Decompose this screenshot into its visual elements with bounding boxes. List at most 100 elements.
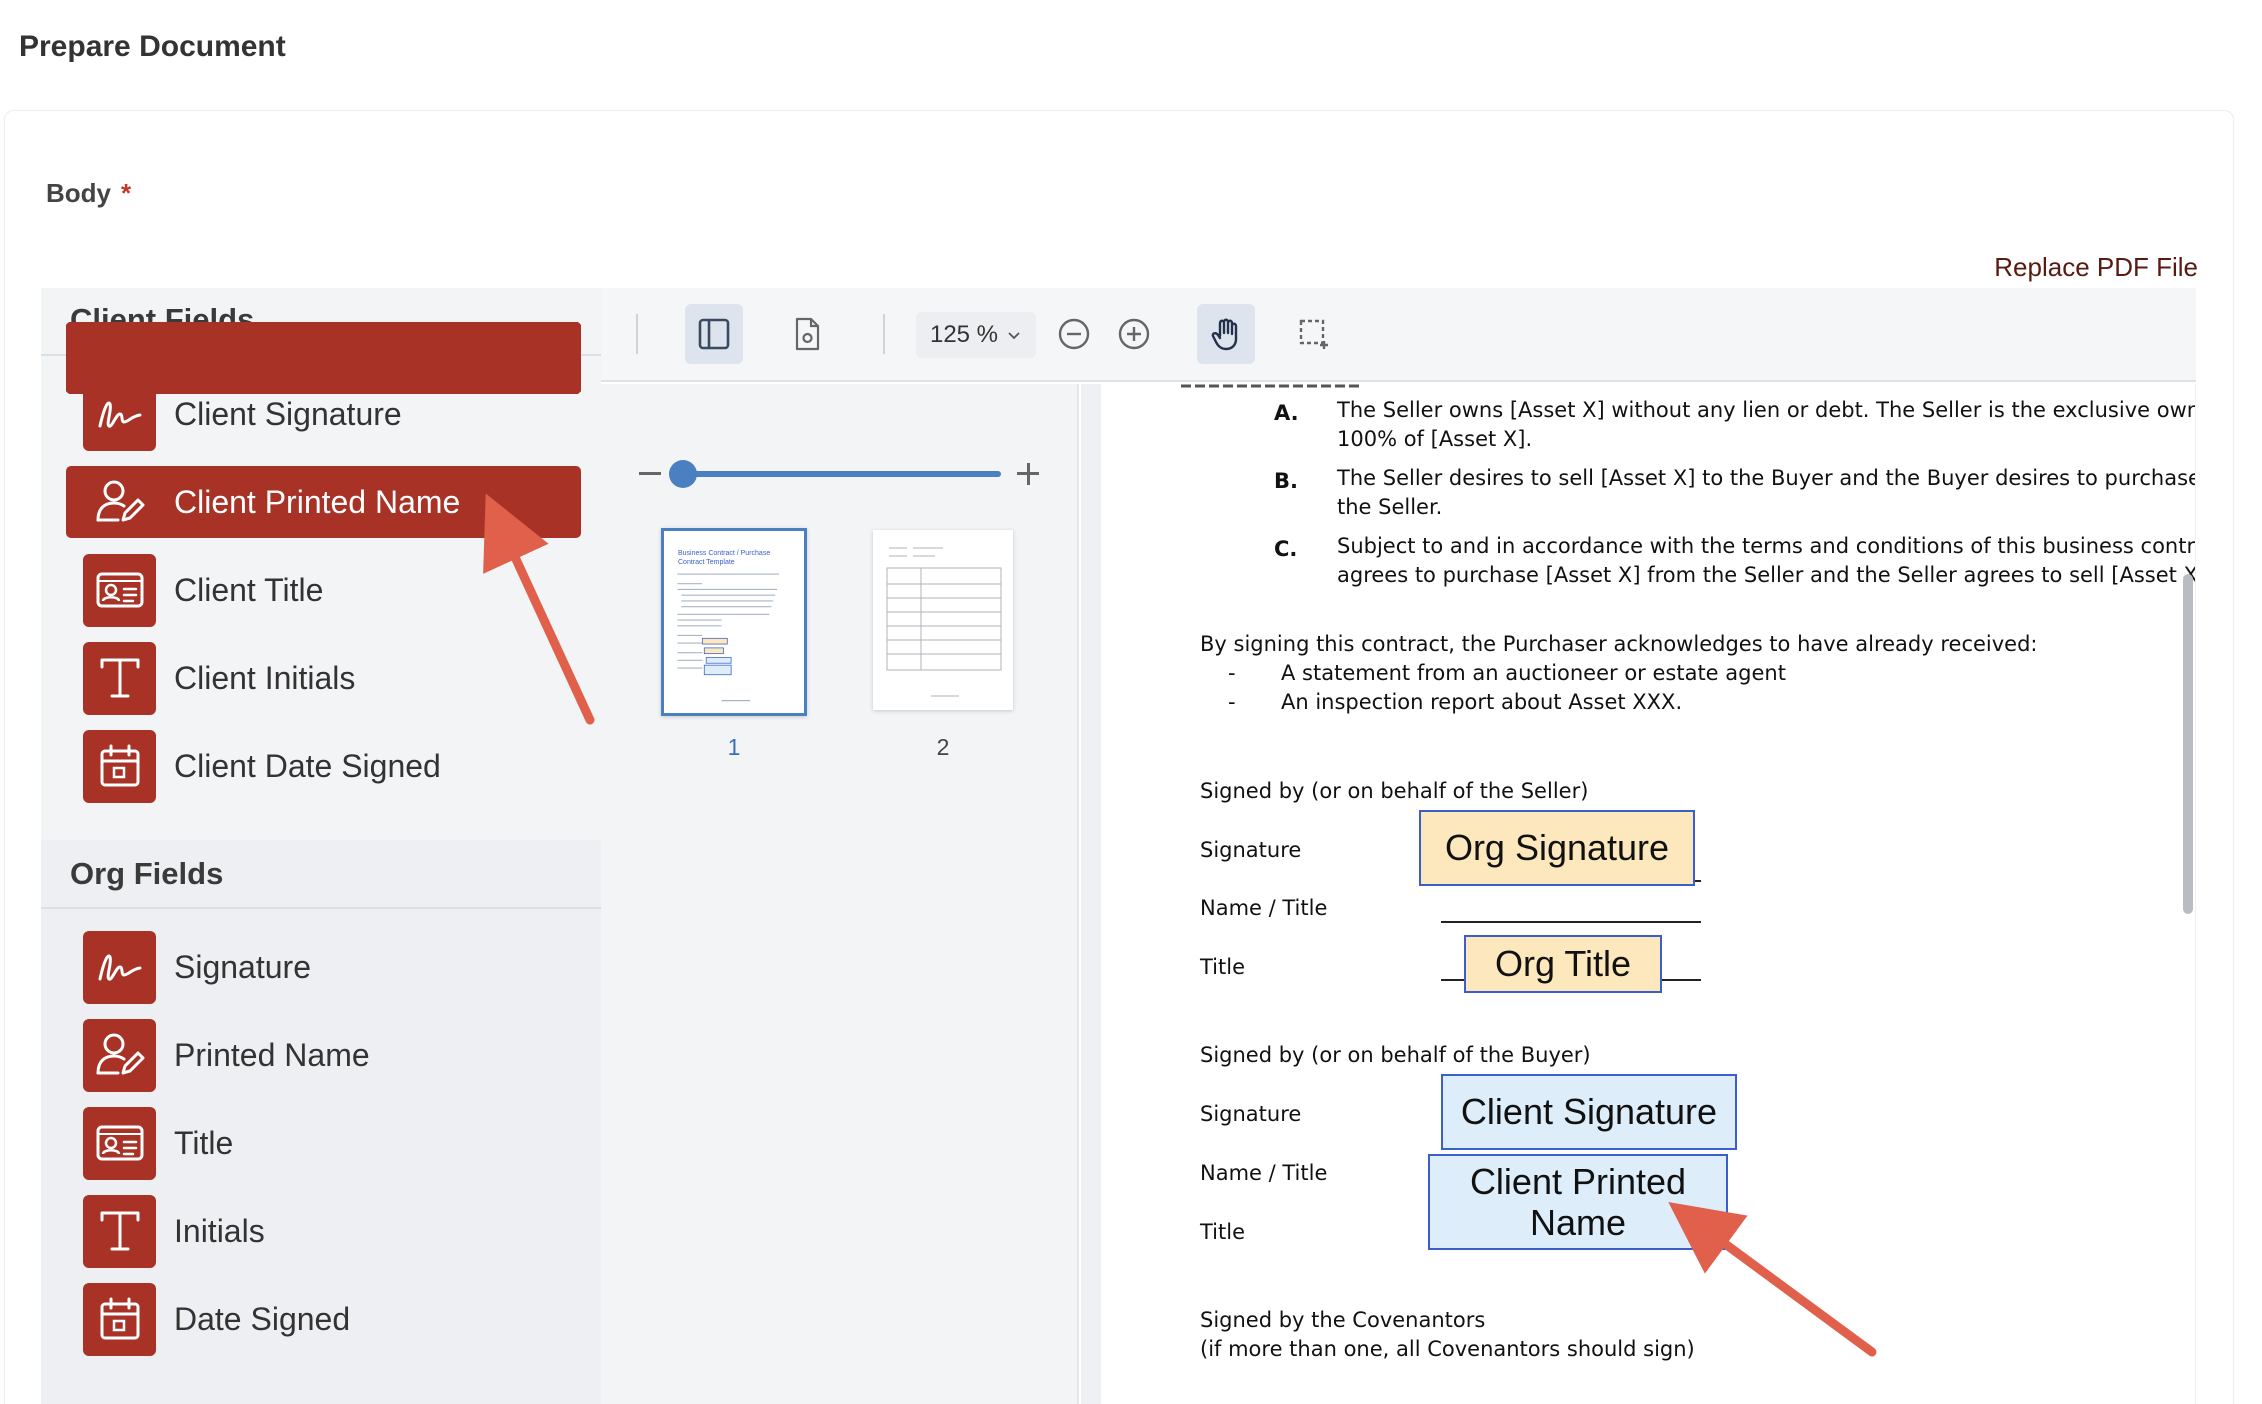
zoom-out-icon <box>1058 318 1090 350</box>
covenantors-heading: Signed by the Covenantors <box>1200 1308 1486 1332</box>
org-fields-divider <box>41 907 601 909</box>
marquee-select-icon <box>1299 319 1328 349</box>
acknowledgement-text: By signing this contract, the Purchaser … <box>1200 632 2038 656</box>
placed-client-printed-name-field[interactable]: Client Printed Name <box>1428 1154 1728 1250</box>
pan-tool-button[interactable] <box>1197 304 1255 364</box>
thumbnail-panel: Business Contract / Purchase Contract Te… <box>601 384 1079 1404</box>
page-thumbnail-2[interactable] <box>873 530 1013 710</box>
seller-signed-heading: Signed by (or on behalf of the Seller) <box>1200 779 1589 803</box>
app-root: Prepare Document Body * Replace PDF File … <box>0 0 2262 1404</box>
placed-client-signature-field[interactable]: Client Signature <box>1441 1074 1737 1150</box>
user-pen-icon <box>83 1018 156 1092</box>
text-t-icon <box>83 1194 156 1268</box>
buyer-title-label: Title <box>1200 1220 1246 1244</box>
org-field-signature[interactable]: Signature <box>66 930 581 1004</box>
calendar-icon <box>83 1282 156 1356</box>
seller-title-label: Title <box>1200 955 1246 979</box>
org-field-printed-name-label: Printed Name <box>174 1036 370 1073</box>
client-field-signature-label: Client Signature <box>174 395 402 432</box>
zoom-in-button[interactable] <box>1111 304 1157 364</box>
bullet-dash: - <box>1228 661 1236 685</box>
user-pen-icon <box>83 466 156 539</box>
org-field-printed-name[interactable]: Printed Name <box>66 1018 581 1092</box>
marquee-select-button[interactable] <box>1289 304 1339 364</box>
document-scrollbar[interactable] <box>2183 574 2193 914</box>
document-settings-button[interactable] <box>778 304 836 364</box>
recital-b-line-2: the Seller. <box>1337 495 1443 519</box>
id-card-icon <box>83 1106 156 1180</box>
body-field-label: Body * <box>46 178 131 209</box>
placeholder-52 <box>66 322 581 394</box>
page-thumbnail-2-number: 2 <box>936 734 950 760</box>
covenantors-note: (if more than one, all Covenantors shoul… <box>1200 1337 1695 1361</box>
recital-letter-c: C. <box>1274 537 1298 561</box>
org-field-title-label: Title <box>174 1124 234 1161</box>
client-field-date-signed-label: Client Date Signed <box>174 747 441 784</box>
recital-letter-b: B. <box>1274 469 1298 493</box>
page-title: Prepare Document <box>19 30 286 63</box>
org-field-date-signed[interactable]: Date Signed <box>66 1282 581 1356</box>
minus-icon <box>639 472 661 475</box>
fields-palette: Client Fields Client Signature Client Pr… <box>41 288 601 1404</box>
toolbar-separator <box>636 314 638 354</box>
plus-icon-vertical <box>1027 463 1030 485</box>
zoom-in-icon <box>1118 318 1150 350</box>
recital-letter-a: A. <box>1274 401 1299 425</box>
seller-signature-label: Signature <box>1200 838 1302 862</box>
thumbnail-page-table <box>886 547 1002 697</box>
org-field-date-signed-label: Date Signed <box>174 1300 351 1337</box>
placed-org-signature-field[interactable]: Org Signature <box>1419 810 1695 886</box>
sidebar-toggle-button[interactable] <box>685 304 743 364</box>
org-field-title[interactable]: Title <box>66 1106 581 1180</box>
org-fields-heading: Org Fields <box>70 856 224 891</box>
toolbar-separator <box>883 314 885 354</box>
client-field-date-signed[interactable]: Client Date Signed <box>66 729 581 803</box>
buyer-signed-heading: Signed by (or on behalf of the Buyer) <box>1200 1043 1591 1067</box>
chevron-down-icon <box>1008 332 1020 340</box>
org-field-initials[interactable]: Initials <box>66 1194 581 1268</box>
document-viewer[interactable]: A. The Seller owns [Asset X] without any… <box>1081 384 2196 1404</box>
org-field-signature-label: Signature <box>174 948 311 985</box>
client-field-initials-label: Client Initials <box>174 659 356 696</box>
page-thumbnail-1-number: 1 <box>727 734 741 760</box>
required-indicator: * <box>121 178 132 208</box>
recital-c-line-1: Subject to and in accordance with the te… <box>1337 534 2195 558</box>
bullet-item-2: An inspection report about Asset XXX. <box>1281 690 1683 714</box>
client-field-title-label: Client Title <box>174 571 324 608</box>
client-field-title[interactable]: Client Title <box>66 553 581 627</box>
recital-c-line-2: agrees to purchase [Asset X] from the Se… <box>1337 563 2195 587</box>
recital-a-line-1: The Seller owns [Asset X] without any li… <box>1337 398 2195 422</box>
viewer-toolbar: 125 % <box>601 288 2196 382</box>
zoom-dropdown[interactable]: 125 % <box>916 312 1036 358</box>
zoom-value: 125 % <box>929 321 999 348</box>
document-settings-icon <box>795 317 820 351</box>
seller-name-line <box>1441 921 1701 923</box>
buyer-signature-label: Signature <box>1200 1102 1302 1126</box>
client-field-initials[interactable]: Client Initials <box>66 641 581 715</box>
slider-handle[interactable] <box>669 460 697 488</box>
calendar-icon <box>83 729 156 803</box>
recital-a-line-2: 100% of [Asset X]. <box>1337 427 1533 451</box>
thumbnail-size-slider[interactable] <box>639 459 1049 489</box>
zoom-out-button[interactable] <box>1051 304 1097 364</box>
replace-pdf-link[interactable]: Replace PDF File <box>1994 252 2198 283</box>
recital-b-line-1: The Seller desires to sell [Asset X] to … <box>1337 466 2195 490</box>
client-field-printed-name[interactable]: Client Printed Name <box>66 466 581 538</box>
clipped-text-fragment <box>1181 384 1361 388</box>
client-field-printed-name-label: Client Printed Name <box>174 483 461 520</box>
slider-track[interactable] <box>679 471 1001 477</box>
text-t-icon <box>83 641 156 715</box>
document-page: A. The Seller owns [Asset X] without any… <box>1101 384 2195 1404</box>
hand-pan-icon <box>1211 318 1238 351</box>
buyer-name-title-label: Name / Title <box>1200 1161 1328 1185</box>
thumbnail-page-lines <box>677 573 780 702</box>
signature-icon <box>83 930 156 1004</box>
placed-org-title-field[interactable]: Org Title <box>1464 935 1662 993</box>
bullet-item-1: A statement from an auctioneer or estate… <box>1281 661 1786 685</box>
page-thumbnail-1[interactable]: Business Contract / Purchase Contract Te… <box>661 528 807 716</box>
seller-name-title-label: Name / Title <box>1200 896 1328 920</box>
org-field-initials-label: Initials <box>174 1212 265 1249</box>
body-label-text: Body <box>46 178 111 208</box>
sidebar-toggle-icon <box>698 318 730 350</box>
id-card-icon <box>83 553 156 627</box>
